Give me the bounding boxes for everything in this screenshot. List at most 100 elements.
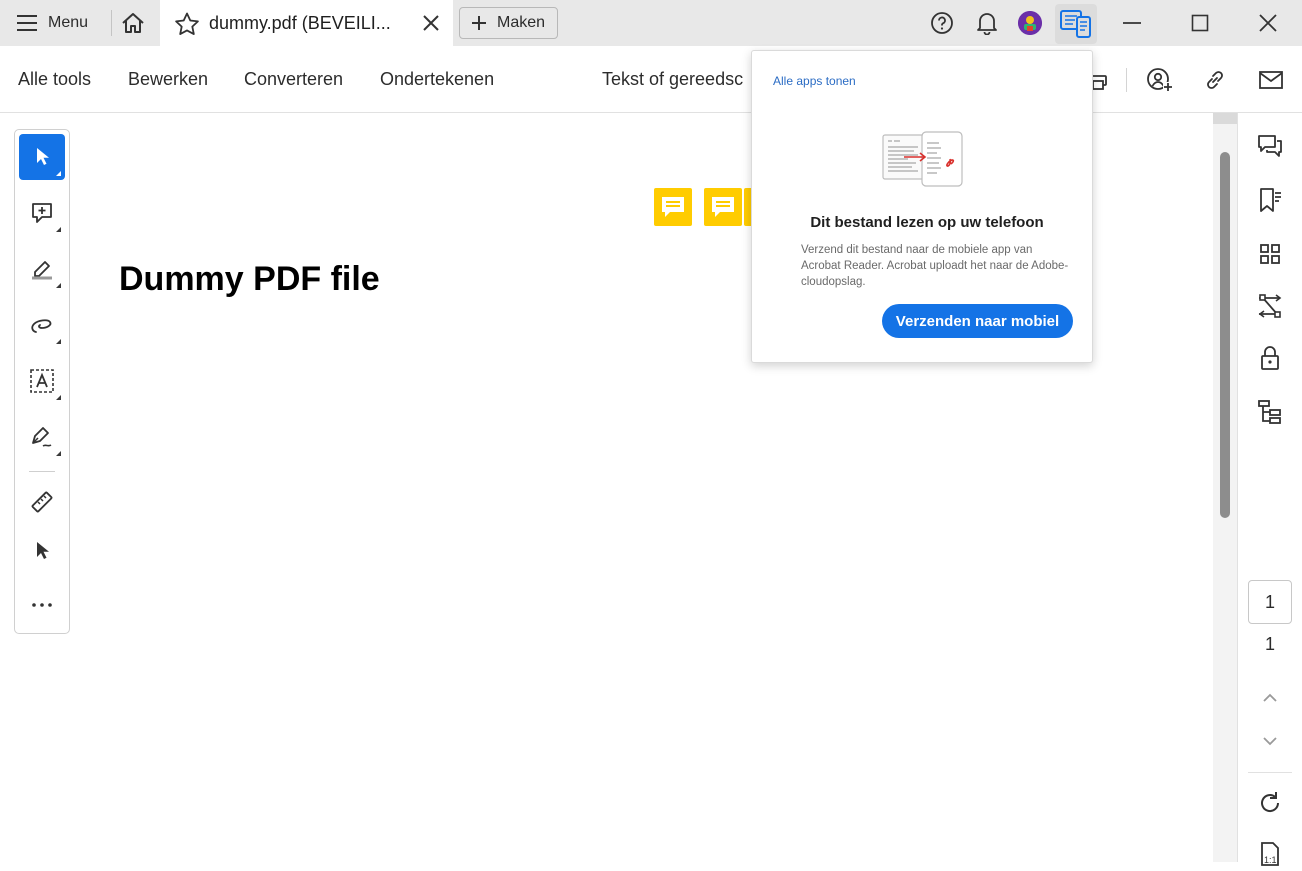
close-window-icon [1258, 13, 1278, 33]
rotate-icon [1257, 790, 1283, 816]
star-icon[interactable] [174, 12, 200, 36]
link-icon [1202, 67, 1228, 93]
measure-tool[interactable] [19, 479, 65, 525]
chevron-up-icon [1261, 692, 1279, 704]
text-select-icon [29, 368, 55, 394]
thumbnails-panel-button[interactable] [1253, 237, 1287, 271]
plus-icon [471, 15, 487, 31]
comments-icon [1256, 133, 1284, 159]
divider [1237, 113, 1238, 862]
menu-button[interactable]: Menu [8, 6, 96, 40]
popup-description: Verzend dit bestand naar de mobiele app … [801, 244, 1069, 288]
draw-freeform-icon [29, 314, 55, 336]
previous-page-button[interactable] [1253, 681, 1287, 715]
tool-search-input[interactable]: Tekst of gereedsc [602, 69, 750, 90]
submenu-indicator [56, 395, 61, 400]
page-total: 1 [1264, 634, 1275, 654]
comments-panel-button[interactable] [1253, 129, 1287, 163]
menu-convert[interactable]: Converteren [244, 69, 343, 90]
more-tools-button[interactable] [19, 582, 65, 628]
close-icon[interactable] [422, 14, 440, 32]
menu-all-tools[interactable]: Alle tools [18, 69, 91, 90]
create-button[interactable]: Maken [459, 7, 558, 39]
sign-tool[interactable] [19, 414, 65, 460]
submenu-indicator [56, 451, 61, 456]
home-button[interactable] [118, 8, 148, 38]
all-apps-link[interactable]: Alle apps tonen [773, 74, 856, 88]
mobile-send-popup: Alle apps tonen Dit bestand lezen op uw … [751, 50, 1093, 363]
add-person-icon [1146, 67, 1174, 93]
highlight-tool[interactable] [19, 246, 65, 292]
submenu-indicator [56, 339, 61, 344]
cursor-tool[interactable] [19, 528, 65, 574]
share-button[interactable] [1145, 66, 1175, 94]
draw-tool[interactable] [19, 302, 65, 348]
divider [1248, 772, 1292, 773]
send-to-phone-illustration [882, 131, 964, 187]
notifications-button[interactable] [972, 8, 1002, 38]
tab-title: dummy.pdf (BEVEILI... [209, 13, 391, 33]
mobile-link-icon [1059, 9, 1093, 39]
sign-pen-icon [29, 425, 55, 449]
add-comment-tool[interactable] [19, 190, 65, 236]
add-comment-icon [30, 201, 54, 225]
create-label: Maken [497, 14, 546, 31]
page-number-input[interactable]: 1 [1248, 580, 1292, 624]
submenu-indicator [56, 227, 61, 232]
menu-sign[interactable]: Ondertekenen [380, 69, 494, 90]
select-tool[interactable] [19, 134, 65, 180]
next-page-button[interactable] [1253, 724, 1287, 758]
send-to-mobile-button[interactable]: Verzenden naar mobiel [882, 304, 1073, 338]
scrollbar-top [1213, 113, 1237, 124]
maximize-button[interactable] [1185, 8, 1215, 38]
mobile-link-button[interactable] [1055, 4, 1097, 44]
comment-note-2[interactable] [704, 188, 742, 226]
protect-panel-button[interactable] [1253, 341, 1287, 375]
cursor-icon [33, 540, 51, 562]
compare-panel-button[interactable] [1253, 289, 1287, 323]
comment-note-icon [710, 195, 736, 219]
compare-icon [1257, 293, 1283, 319]
left-toolbar [14, 129, 70, 634]
rotate-button[interactable] [1253, 786, 1287, 820]
copy-link-button[interactable] [1200, 66, 1230, 94]
minimize-icon [1122, 13, 1142, 33]
document-tab[interactable]: dummy.pdf (BEVEILI... [160, 0, 453, 46]
maximize-icon [1191, 14, 1209, 32]
scrollbar-thumb[interactable] [1220, 152, 1230, 518]
home-icon [121, 12, 145, 34]
avatar[interactable] [1018, 11, 1042, 35]
document-title: Dummy PDF file [119, 260, 380, 298]
close-window-button[interactable] [1253, 8, 1283, 38]
actual-size-icon: 1:1 [1259, 841, 1281, 867]
chevron-down-icon [1261, 735, 1279, 747]
measure-ruler-icon [29, 489, 55, 515]
more-icon [31, 602, 53, 608]
bookmarks-icon [1257, 187, 1283, 213]
bookmarks-panel-button[interactable] [1253, 183, 1287, 217]
text-select-tool[interactable] [19, 358, 65, 404]
email-button[interactable] [1256, 66, 1286, 94]
highlight-icon [29, 257, 55, 281]
menu-label: Menu [48, 14, 89, 31]
comment-note-1[interactable] [654, 188, 692, 226]
menu-edit[interactable]: Bewerken [128, 69, 208, 90]
bell-icon [976, 11, 998, 35]
thumbnails-icon [1259, 243, 1281, 265]
hamburger-icon [16, 14, 38, 32]
help-icon [930, 11, 954, 35]
divider [29, 471, 55, 472]
structure-icon [1257, 399, 1283, 425]
protect-icon [1259, 345, 1281, 371]
svg-text:1:1: 1:1 [1264, 855, 1277, 865]
divider [111, 10, 112, 36]
help-button[interactable] [927, 8, 957, 38]
submenu-indicator [56, 283, 61, 288]
title-bar: Menu dummy.pdf (BEVEILI... Maken [0, 0, 1302, 46]
comment-note-icon [660, 195, 686, 219]
select-arrow-icon [33, 146, 51, 168]
minimize-button[interactable] [1117, 8, 1147, 38]
structure-panel-button[interactable] [1253, 395, 1287, 429]
mail-icon [1258, 69, 1284, 91]
actual-size-button[interactable]: 1:1 [1253, 837, 1287, 871]
